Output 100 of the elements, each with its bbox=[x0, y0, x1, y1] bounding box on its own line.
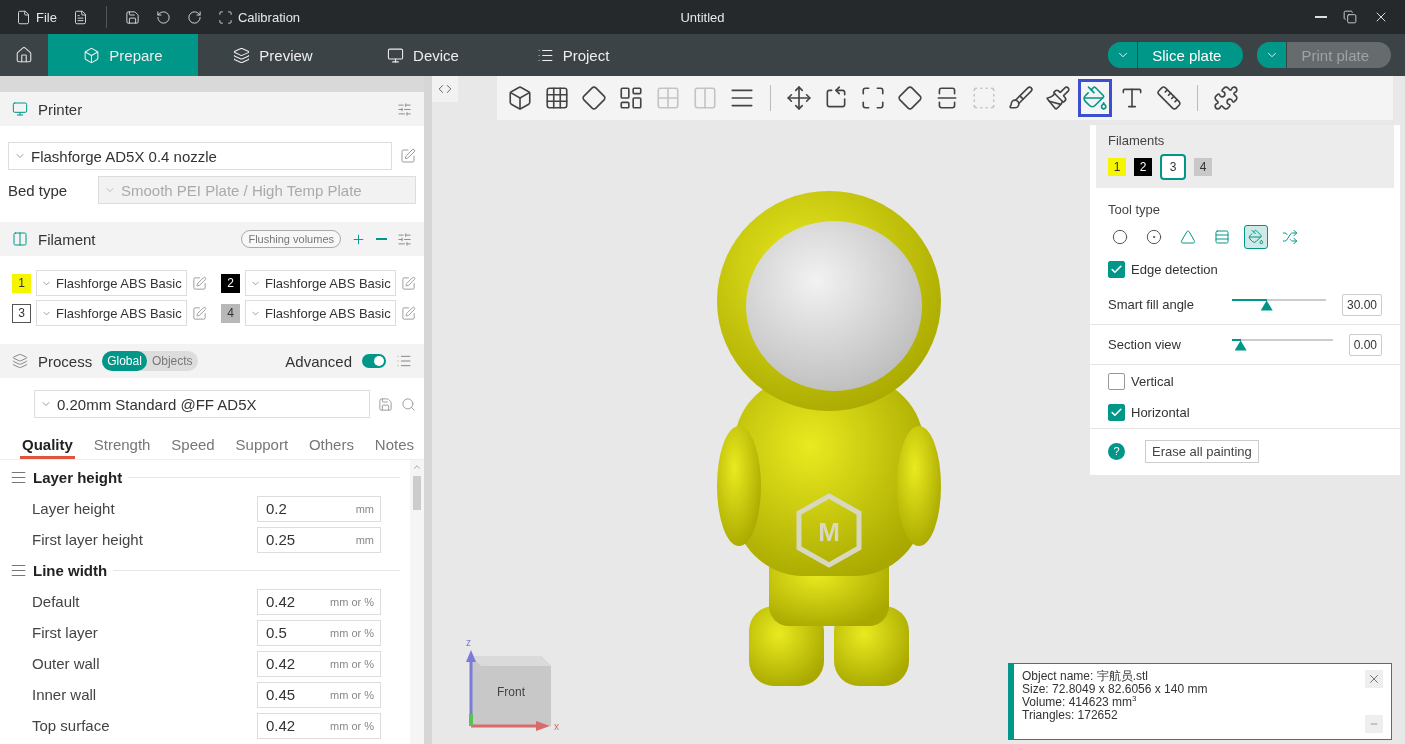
layers-icon bbox=[12, 353, 28, 369]
panel-label: Tool type bbox=[1108, 202, 1162, 217]
panel-label: Filaments bbox=[1108, 133, 1166, 148]
brush-icon bbox=[1008, 85, 1034, 111]
setting-label: Inner wall bbox=[32, 686, 98, 703]
move-icon bbox=[786, 85, 812, 111]
settings-tab[interactable]: Speed bbox=[169, 432, 217, 459]
flushing-volumes-button[interactable]: Flushing volumes bbox=[241, 230, 341, 248]
erase-button[interactable]: Erase all painting bbox=[1145, 439, 1259, 463]
slider-label: Smart fill angle bbox=[1108, 297, 1195, 312]
device-icon bbox=[387, 46, 405, 64]
help-button[interactable]: ? bbox=[1108, 442, 1125, 460]
scrollbar[interactable] bbox=[410, 460, 424, 744]
field-label: Bed type bbox=[8, 181, 69, 199]
settings-tab[interactable]: Quality bbox=[20, 432, 75, 459]
settings-tab[interactable]: Support bbox=[233, 432, 291, 459]
slider-thumb[interactable] bbox=[1234, 340, 1247, 351]
setting-label: Top surface bbox=[32, 717, 111, 734]
sliders-icon bbox=[397, 231, 412, 247]
filament-number: 3 bbox=[12, 303, 31, 323]
slider-thumb[interactable] bbox=[1260, 300, 1273, 311]
edit-icon bbox=[401, 305, 416, 321]
info-line: Triangles: 172652 bbox=[1022, 709, 1119, 722]
checkbox[interactable] bbox=[1108, 260, 1125, 278]
setting-label: First layer bbox=[32, 624, 99, 641]
value-field[interactable]: 0.42 mm or % bbox=[257, 650, 381, 677]
settings-tab[interactable]: Others bbox=[306, 432, 356, 459]
filament-select[interactable]: Flashforge ABS Basic bbox=[245, 270, 396, 296]
checkbox[interactable] bbox=[1108, 372, 1125, 390]
save-icon bbox=[378, 396, 393, 412]
scope-switch[interactable]: Global Objects bbox=[102, 351, 198, 371]
filament-chip[interactable]: 1 bbox=[1108, 158, 1126, 176]
filament-chip[interactable]: 4 bbox=[1194, 158, 1212, 176]
diamond-icon bbox=[581, 85, 607, 111]
filament-select[interactable]: Flashforge ABS Basic bbox=[36, 270, 187, 296]
filament-select[interactable]: Flashforge ABS Basic bbox=[245, 300, 396, 326]
filament-chip[interactable]: 2 bbox=[1134, 158, 1152, 176]
grid-icon bbox=[544, 85, 570, 111]
search-icon bbox=[401, 396, 416, 412]
calibration-menu[interactable]: Calibration bbox=[211, 5, 307, 29]
restore-icon bbox=[1343, 10, 1357, 24]
nav-tab[interactable]: Project bbox=[498, 34, 648, 76]
chevron-up-icon bbox=[412, 462, 422, 472]
filament-number: 1 bbox=[12, 273, 31, 293]
setting-label: Default bbox=[32, 593, 81, 610]
toolbar-button[interactable] bbox=[1078, 79, 1112, 117]
lines-icon bbox=[10, 469, 27, 486]
check-icon bbox=[1110, 406, 1123, 419]
plate-button[interactable]: Slice plate bbox=[1108, 42, 1244, 68]
printer-select[interactable]: Flashforge AD5X 0.4 nozzle bbox=[8, 142, 392, 170]
redo-icon bbox=[186, 9, 202, 25]
edit-icon bbox=[192, 275, 207, 291]
columns-icon bbox=[692, 85, 718, 111]
filament-chip[interactable]: 3 bbox=[1160, 154, 1186, 180]
option-label: Horizontal bbox=[1131, 405, 1190, 420]
chevrons-icon bbox=[438, 82, 452, 96]
filament-select[interactable]: Flashforge ABS Basic bbox=[36, 300, 187, 326]
value-field[interactable]: 0.42 mm or % bbox=[257, 588, 381, 615]
collapse-button[interactable] bbox=[432, 76, 458, 102]
number-field[interactable]: 0.00 bbox=[1348, 333, 1382, 356]
settings-tab[interactable]: Notes bbox=[372, 432, 416, 459]
advanced-toggle[interactable] bbox=[362, 354, 386, 368]
triangle-icon bbox=[1180, 229, 1196, 245]
paint-bucket-icon bbox=[1248, 229, 1264, 245]
edit-icon bbox=[400, 148, 416, 164]
paint-bucket-icon bbox=[1082, 85, 1108, 111]
check-icon bbox=[1110, 262, 1123, 276]
checkbox[interactable] bbox=[1108, 404, 1125, 421]
filament-number: 4 bbox=[221, 303, 240, 323]
brush-icon bbox=[1045, 85, 1071, 111]
number-field[interactable]: 30.00 bbox=[1341, 293, 1382, 316]
value-field[interactable]: 0.45 mm or % bbox=[257, 681, 381, 708]
grid-icon bbox=[655, 85, 681, 111]
settings-tab[interactable]: Strength bbox=[91, 432, 153, 459]
list-icon bbox=[396, 353, 412, 369]
option-label: Vertical bbox=[1131, 373, 1174, 389]
value-field[interactable]: 0.42 mm or % bbox=[257, 712, 381, 739]
slider-label: Section view bbox=[1108, 337, 1182, 352]
cube-icon bbox=[507, 85, 533, 111]
setting-label: Outer wall bbox=[32, 655, 101, 672]
scope-option[interactable]: Global bbox=[102, 351, 147, 371]
frame-icon bbox=[217, 9, 233, 25]
file-icon bbox=[16, 9, 31, 25]
value-field[interactable]: 0.2 mm bbox=[257, 495, 381, 522]
file-menu[interactable]: File bbox=[10, 5, 63, 29]
process-select[interactable]: 0.20mm Standard @FF AD5X bbox=[34, 390, 370, 418]
group-title: Layer height bbox=[33, 469, 123, 486]
section-title: Printer bbox=[38, 100, 83, 118]
rows-icon bbox=[1214, 229, 1230, 245]
value-field[interactable]: 0.5 mm or % bbox=[257, 619, 381, 646]
value-field[interactable]: 0.25 mm bbox=[257, 526, 381, 553]
ruler-icon bbox=[1156, 85, 1182, 111]
home-icon bbox=[15, 46, 33, 64]
setting-label: First layer height bbox=[32, 531, 144, 548]
tool-type-button[interactable] bbox=[1244, 225, 1268, 249]
nav-tab[interactable]: Preview bbox=[198, 34, 348, 76]
layout-icon bbox=[618, 85, 644, 111]
scrollbar-thumb[interactable] bbox=[413, 476, 421, 510]
nav-tab[interactable]: Device bbox=[348, 34, 498, 76]
save-icon bbox=[124, 9, 140, 25]
